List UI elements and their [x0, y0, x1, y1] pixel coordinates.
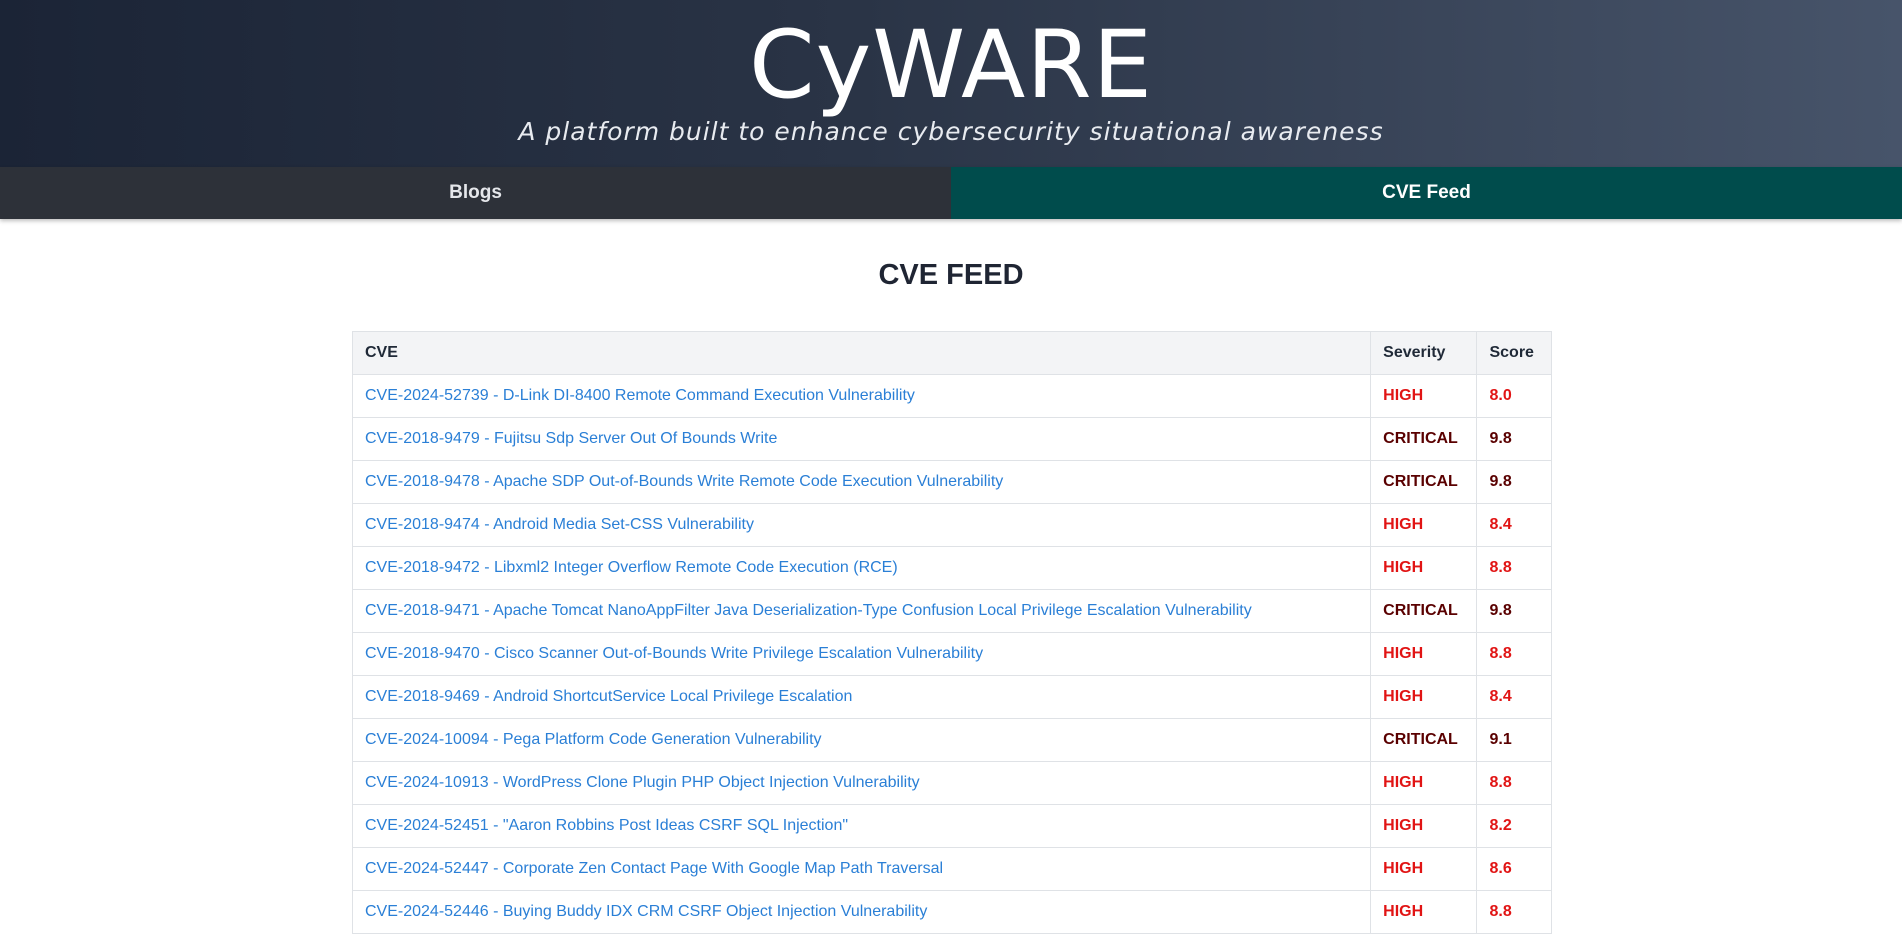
- cve-cell: CVE-2024-52446 - Buying Buddy IDX CRM CS…: [351, 890, 1372, 934]
- table-row: CVE-2024-52447 - Corporate Zen Contact P…: [351, 847, 1552, 891]
- cve-cell: CVE-2018-9472 - Libxml2 Integer Overflow…: [351, 546, 1372, 590]
- brand-tagline: A platform built to enhance cybersecurit…: [518, 117, 1384, 146]
- nav-item-blogs[interactable]: Blogs: [0, 167, 951, 219]
- table-row: CVE-2024-52446 - Buying Buddy IDX CRM CS…: [351, 890, 1552, 934]
- cve-cell: CVE-2024-52447 - Corporate Zen Contact P…: [351, 847, 1372, 891]
- score-cell: 9.8: [1476, 417, 1552, 461]
- cve-cell: CVE-2018-9471 - Apache Tomcat NanoAppFil…: [351, 589, 1372, 633]
- cve-table-container: CVE Severity Score CVE-2024-52739 - D-Li…: [351, 331, 1552, 934]
- score-cell: 9.8: [1476, 589, 1552, 633]
- score-cell: 8.8: [1476, 761, 1552, 805]
- score-cell: 8.8: [1476, 546, 1552, 590]
- cve-link[interactable]: CVE-2018-9469 - Android ShortcutService …: [365, 688, 852, 705]
- severity-cell: HIGH: [1370, 847, 1478, 891]
- cve-link[interactable]: CVE-2024-52739 - D-Link DI-8400 Remote C…: [365, 387, 915, 404]
- nav-item-cve-feed[interactable]: CVE Feed: [951, 167, 1902, 219]
- severity-cell: CRITICAL: [1370, 417, 1478, 461]
- table-row: CVE-2018-9478 - Apache SDP Out-of-Bounds…: [351, 460, 1552, 504]
- table-row: CVE-2018-9474 - Android Media Set-CSS Vu…: [351, 503, 1552, 547]
- severity-cell: CRITICAL: [1370, 589, 1478, 633]
- cve-cell: CVE-2018-9470 - Cisco Scanner Out-of-Bou…: [351, 632, 1372, 676]
- cve-cell: CVE-2024-10094 - Pega Platform Code Gene…: [351, 718, 1372, 762]
- table-row: CVE-2018-9472 - Libxml2 Integer Overflow…: [351, 546, 1552, 590]
- cve-cell: CVE-2024-10913 - WordPress Clone Plugin …: [351, 761, 1372, 805]
- cve-cell: CVE-2018-9474 - Android Media Set-CSS Vu…: [351, 503, 1372, 547]
- table-row: CVE-2024-52451 - "Aaron Robbins Post Ide…: [351, 804, 1552, 848]
- cve-cell: CVE-2024-52739 - D-Link DI-8400 Remote C…: [351, 374, 1372, 418]
- cve-link[interactable]: CVE-2018-9472 - Libxml2 Integer Overflow…: [365, 559, 898, 576]
- severity-cell: HIGH: [1370, 503, 1478, 547]
- severity-cell: CRITICAL: [1370, 460, 1478, 504]
- severity-cell: HIGH: [1370, 761, 1478, 805]
- table-row: CVE-2018-9470 - Cisco Scanner Out-of-Bou…: [351, 632, 1552, 676]
- severity-cell: HIGH: [1370, 804, 1478, 848]
- score-cell: 8.4: [1476, 675, 1552, 719]
- cve-link[interactable]: CVE-2018-9471 - Apache Tomcat NanoAppFil…: [365, 602, 1252, 619]
- cve-table: CVE Severity Score CVE-2024-52739 - D-Li…: [351, 331, 1552, 934]
- column-header-cve: CVE: [351, 331, 1372, 375]
- table-row: CVE-2018-9471 - Apache Tomcat NanoAppFil…: [351, 589, 1552, 633]
- brand-title[interactable]: CyWARE: [0, 0, 1902, 116]
- cve-link[interactable]: CVE-2024-52446 - Buying Buddy IDX CRM CS…: [365, 903, 927, 920]
- score-cell: 9.8: [1476, 460, 1552, 504]
- cve-link[interactable]: CVE-2024-10913 - WordPress Clone Plugin …: [365, 774, 920, 791]
- main-nav: Blogs CVE Feed: [0, 167, 1902, 219]
- page-title: CVE FEED: [878, 259, 1024, 291]
- severity-cell: HIGH: [1370, 374, 1478, 418]
- severity-cell: HIGH: [1370, 890, 1478, 934]
- cve-link[interactable]: CVE-2018-9470 - Cisco Scanner Out-of-Bou…: [365, 645, 983, 662]
- table-row: CVE-2024-52739 - D-Link DI-8400 Remote C…: [351, 374, 1552, 418]
- score-cell: 8.8: [1476, 632, 1552, 676]
- cve-link[interactable]: CVE-2024-10094 - Pega Platform Code Gene…: [365, 731, 822, 748]
- severity-cell: HIGH: [1370, 632, 1478, 676]
- severity-cell: HIGH: [1370, 675, 1478, 719]
- table-row: CVE-2018-9479 - Fujitsu Sdp Server Out O…: [351, 417, 1552, 461]
- column-header-severity: Severity: [1370, 331, 1478, 375]
- cve-cell: CVE-2018-9469 - Android ShortcutService …: [351, 675, 1372, 719]
- cve-cell: CVE-2018-9478 - Apache SDP Out-of-Bounds…: [351, 460, 1372, 504]
- column-header-score: Score: [1476, 331, 1552, 375]
- table-row: CVE-2024-10913 - WordPress Clone Plugin …: [351, 761, 1552, 805]
- cve-link[interactable]: CVE-2024-52447 - Corporate Zen Contact P…: [365, 860, 943, 877]
- severity-cell: CRITICAL: [1370, 718, 1478, 762]
- cve-cell: CVE-2024-52451 - "Aaron Robbins Post Ide…: [351, 804, 1372, 848]
- severity-cell: HIGH: [1370, 546, 1478, 590]
- cve-link[interactable]: CVE-2018-9478 - Apache SDP Out-of-Bounds…: [365, 473, 1003, 490]
- score-cell: 8.6: [1476, 847, 1552, 891]
- score-cell: 8.2: [1476, 804, 1552, 848]
- cve-link[interactable]: CVE-2018-9479 - Fujitsu Sdp Server Out O…: [365, 430, 777, 447]
- cve-cell: CVE-2018-9479 - Fujitsu Sdp Server Out O…: [351, 417, 1372, 461]
- score-cell: 9.1: [1476, 718, 1552, 762]
- cve-link[interactable]: CVE-2024-52451 - "Aaron Robbins Post Ide…: [365, 817, 848, 834]
- cve-table-body: CVE-2024-52739 - D-Link DI-8400 Remote C…: [351, 374, 1552, 934]
- site-header: CyWARE A platform built to enhance cyber…: [0, 0, 1902, 167]
- table-row: CVE-2024-10094 - Pega Platform Code Gene…: [351, 718, 1552, 762]
- cve-link[interactable]: CVE-2018-9474 - Android Media Set-CSS Vu…: [365, 516, 754, 533]
- score-cell: 8.4: [1476, 503, 1552, 547]
- table-header-row: CVE Severity Score: [351, 331, 1552, 375]
- score-cell: 8.8: [1476, 890, 1552, 934]
- score-cell: 8.0: [1476, 374, 1552, 418]
- table-row: CVE-2018-9469 - Android ShortcutService …: [351, 675, 1552, 719]
